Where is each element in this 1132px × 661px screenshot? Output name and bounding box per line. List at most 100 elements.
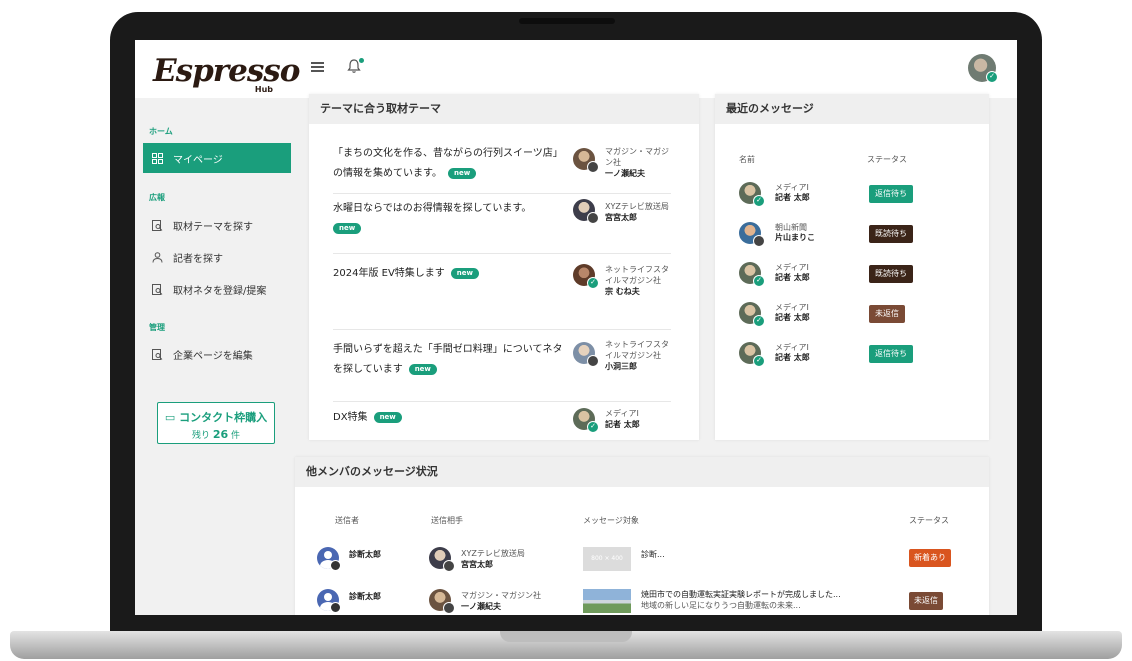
requester-name: 小洞三郎 (605, 362, 637, 371)
requester-org: マガジン・マガジン社 (605, 147, 669, 167)
laptop-camera-bar (519, 18, 615, 24)
clock-icon (443, 560, 455, 572)
sidebar-item-label: 取材ネタを登録/提案 (173, 285, 267, 297)
theme-text: 「まちの文化を作る、昔ながらの行列スイーツ店」の情報を集めています。 new (333, 144, 563, 184)
status-badge: 既読待ち (869, 265, 913, 283)
theme-row[interactable]: DX特集 new ✓ メディアI 記者 太郎 (333, 406, 671, 436)
sidebar-item-label: 取材テーマを探す (173, 221, 253, 233)
clock-icon (587, 355, 599, 367)
search-doc-icon (152, 283, 163, 295)
requester-avatar: ✓ (573, 264, 599, 289)
sidebar-section-admin: 管理 (149, 323, 165, 332)
status-badge: 返信待ち (869, 345, 913, 363)
espresso-logo[interactable]: Espresso Hub (153, 54, 300, 96)
hamburger-icon[interactable] (311, 62, 324, 72)
message-row[interactable]: ✓ メディアI 記者 太郎 返信待ち (739, 342, 975, 367)
message-row[interactable]: ✓ メディアI 記者 太郎 返信待ち (739, 182, 975, 207)
article-thumbnail (583, 589, 631, 613)
requester-avatar: ✓ (573, 408, 599, 433)
message-row[interactable]: 朝山新聞 片山まりこ 既読待ち (739, 222, 975, 247)
requester-org: ネットライフスタイルマガジン社 (605, 265, 669, 285)
requester-avatar (573, 199, 599, 224)
member-sender: 診断太郎 (317, 589, 397, 615)
new-badge: new (450, 267, 479, 279)
sidebar-item-label: 記者を探す (173, 253, 223, 265)
contact-title-text: コンタクト枠購入 (179, 411, 268, 424)
message-row[interactable]: ✓ メディアI 記者 太郎 既読待ち (739, 262, 975, 287)
member-sender: 診断太郎 (317, 547, 397, 577)
contact-remaining: 残り 26 件 (158, 428, 274, 441)
col-header-sender: 送信者 (335, 516, 359, 525)
theme-row[interactable]: 「まちの文化を作る、昔ながらの行列スイーツ店」の情報を集めています。 new マガ… (333, 144, 671, 194)
sender-name: 片山まりこ (775, 233, 815, 242)
contact-prefix: 残り (191, 431, 210, 441)
theme-text: 2024年版 EV特集します new (333, 264, 563, 284)
sidebar-item-mypage[interactable]: マイページ (143, 143, 291, 173)
contact-count: 26 (212, 428, 229, 441)
member-partner: XYZテレビ放送局 宮宮太郎 (413, 547, 553, 577)
theme-row[interactable]: 手間いらずを超えた「手間ゼロ料理」についてネタを探しています new ネットライフ… (333, 334, 671, 402)
sender-org: メディアI (775, 263, 809, 272)
verified-check-icon: ✓ (753, 355, 765, 367)
theme-row[interactable]: 水曜日ならではのお得情報を探しています。 new XYZテレビ放送局 宮宮太郎 (333, 199, 671, 254)
new-badge: new (448, 167, 477, 179)
partner-org: XYZテレビ放送局 (461, 549, 525, 558)
contact-purchase-title: ▭ コンタクト枠購入 (158, 409, 274, 425)
app-screen: Espresso Hub ✓ ホーム マイページ 広報 取材テーマを探す 記者を… (135, 40, 1017, 615)
placeholder-thumbnail: 800 × 400 (583, 547, 631, 571)
requester-avatar (573, 342, 599, 367)
target-title: 診断... (641, 550, 665, 559)
verified-check-icon: ✓ (753, 195, 765, 207)
theme-title: DX特集 (333, 412, 368, 423)
requester-info: ネットライフスタイルマガジン社 小洞三郎 (605, 339, 671, 372)
theme-text: 手間いらずを超えた「手間ゼロ料理」についてネタを探しています new (333, 340, 565, 380)
verified-check-icon: ✓ (753, 275, 765, 287)
partner-avatar (429, 589, 455, 614)
verified-check-icon: ✓ (587, 421, 599, 433)
member-message-row[interactable]: 診断太郎 XYZテレビ放送局 宮宮太郎 800 × 400 診断... 新着あり (295, 543, 955, 585)
bell-icon[interactable] (347, 58, 364, 76)
sender-org: メディアI (775, 183, 809, 192)
col-header-status: ステータス (867, 155, 907, 164)
requester-info: マガジン・マガジン社 一ノ瀬紀夫 (605, 146, 675, 179)
clock-icon (330, 602, 341, 613)
new-badge: new (373, 411, 402, 423)
sender-name: 記者 太郎 (775, 313, 810, 322)
sender-info: メディアI 記者 太郎 (775, 343, 810, 363)
target-title: 焼田市での自動運転実証実験レポートが完成しました... (641, 590, 841, 599)
sender-info: メディアI 記者 太郎 (775, 303, 810, 323)
contact-purchase-button[interactable]: ▭ コンタクト枠購入 残り 26 件 (157, 402, 275, 444)
status-badge: 返信待ち (869, 185, 913, 203)
requester-name: 宮宮太郎 (605, 213, 637, 222)
sidebar-section-pr: 広報 (149, 193, 165, 202)
sidebar-item-edit-company[interactable]: 企業ページを編集 (143, 340, 291, 368)
sidebar-item-search-reporters[interactable]: 記者を探す (143, 243, 291, 271)
theme-row[interactable]: 2024年版 EV特集します new ✓ ネットライフスタイルマガジン社宗 むね夫 (333, 260, 671, 330)
target-subtitle: 地域の新しい足になりうつ自動運転の未来... (641, 601, 801, 610)
requester-org: XYZテレビ放送局 (605, 202, 669, 211)
member-message-row[interactable]: 診断太郎 マガジン・マガジン社 一ノ瀬紀夫 焼田市での自動運転実証実験レポートが完… (295, 585, 955, 615)
clock-icon (330, 560, 341, 571)
sidebar: ホーム マイページ 広報 取材テーマを探す 記者を探す 取材ネタを登録/提案 管… (135, 112, 295, 615)
status-badge: 新着あり (909, 549, 951, 567)
user-avatar[interactable]: ✓ (968, 54, 998, 83)
top-bar: Espresso Hub ✓ (135, 40, 1017, 98)
sender-avatar: ✓ (739, 342, 765, 367)
sender-org: メディアI (775, 303, 809, 312)
themes-card-title: テーマに合う取材テーマ (309, 94, 699, 124)
verified-check-icon: ✓ (587, 277, 599, 289)
sender-avatar: ✓ (739, 182, 765, 207)
message-row[interactable]: ✓ メディアI 記者 太郎 未返信 (739, 302, 975, 327)
partner-avatar (429, 547, 455, 572)
requester-info: XYZテレビ放送局 宮宮太郎 (605, 201, 685, 223)
sidebar-item-search-themes[interactable]: 取材テーマを探す (143, 211, 291, 239)
sender-name: 診断太郎 (349, 550, 381, 559)
col-header-status: ステータス (909, 516, 949, 525)
sender-name: 記者 太郎 (775, 353, 810, 362)
verified-check-icon: ✓ (986, 71, 998, 83)
target-text: 診断... (641, 549, 881, 560)
sidebar-item-register-story[interactable]: 取材ネタを登録/提案 (143, 275, 291, 303)
theme-text: DX特集 new (333, 408, 563, 428)
sender-name: 診断太郎 (349, 592, 381, 601)
themes-card: テーマに合う取材テーマ 「まちの文化を作る、昔ながらの行列スイーツ店」の情報を集… (309, 94, 699, 440)
